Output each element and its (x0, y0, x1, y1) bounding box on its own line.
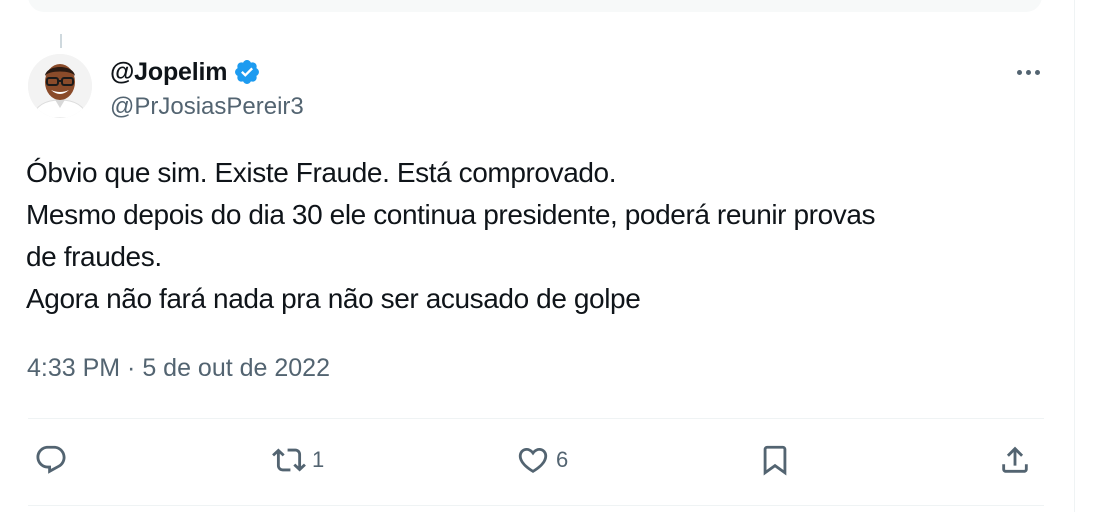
reply-button[interactable] (34, 442, 68, 478)
avatar-image (28, 54, 92, 118)
like-button[interactable]: 6 (516, 442, 568, 478)
tweet-text: Óbvio que sim. Existe Fraude. Está compr… (26, 152, 1036, 320)
divider (28, 418, 1044, 419)
like-count: 6 (556, 447, 569, 472)
bookmark-icon (763, 445, 787, 476)
tweet-text-line: Agora não fará nada pra não ser acusado … (26, 283, 641, 314)
share-icon (1002, 446, 1028, 473)
more-dot (1034, 69, 1040, 75)
more-dot (1025, 69, 1031, 75)
repost-button[interactable]: 1 (272, 442, 324, 478)
previous-tweet-card (28, 0, 1042, 12)
repost-icon (272, 448, 306, 472)
author-name-row[interactable]: @Jopelim (110, 56, 261, 88)
verified-badge-icon (235, 60, 260, 84)
thread-connector-line (60, 34, 62, 48)
more-options-icon[interactable] (1010, 60, 1046, 84)
share-button[interactable] (998, 442, 1032, 478)
heart-icon (518, 447, 548, 473)
divider (28, 505, 1044, 506)
bookmark-button[interactable] (758, 442, 792, 478)
avatar[interactable] (28, 54, 92, 118)
author-handle[interactable]: @PrJosiasPereir3 (110, 93, 304, 121)
column-border (1074, 0, 1075, 512)
tweet-text-line: Óbvio que sim. Existe Fraude. Está compr… (26, 157, 617, 188)
tweet-text-line: Mesmo depois do dia 30 ele continua pres… (26, 199, 876, 230)
author-display-name[interactable]: @Jopelim (110, 58, 227, 87)
tweet-text-line: de fraudes. (26, 241, 162, 272)
repost-count: 1 (312, 447, 325, 472)
more-dot (1016, 69, 1022, 75)
tweet-timestamp[interactable]: 4:33 PM · 5 de out de 2022 (27, 354, 330, 383)
reply-icon (36, 445, 66, 474)
